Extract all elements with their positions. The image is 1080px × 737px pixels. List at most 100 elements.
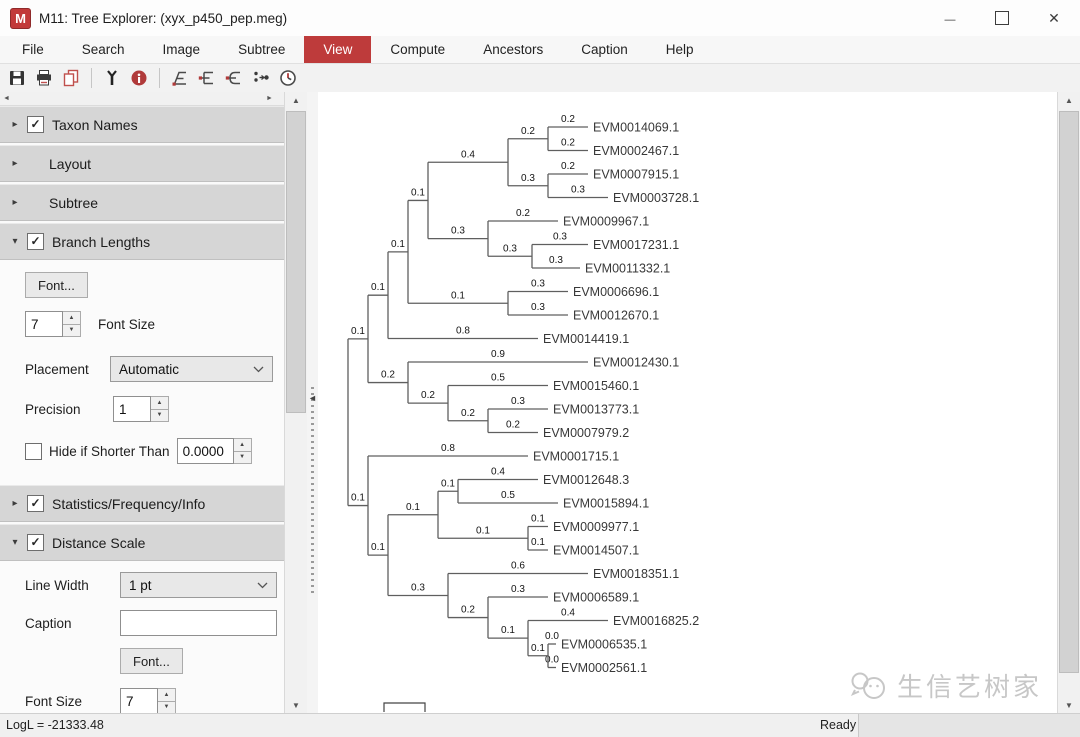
spin-down-icon[interactable] bbox=[233, 450, 252, 464]
section-branch-lengths[interactable]: Branch Lengths bbox=[0, 223, 284, 260]
scrollbar-thumb[interactable] bbox=[286, 111, 306, 413]
scrollbar-thumb[interactable] bbox=[1059, 111, 1079, 673]
expand-arrow-icon[interactable] bbox=[8, 158, 22, 169]
scale-font-size-stepper[interactable] bbox=[120, 688, 176, 714]
taxon-label[interactable]: EVM0001715.1 bbox=[533, 450, 619, 464]
menu-item-view[interactable]: View bbox=[304, 36, 372, 63]
taxon-label[interactable]: EVM0014507.1 bbox=[553, 544, 639, 558]
precision-input[interactable] bbox=[113, 396, 151, 422]
expand-arrow-icon[interactable] bbox=[8, 119, 22, 130]
taxon-label[interactable]: EVM0002561.1 bbox=[561, 661, 647, 675]
taxon-label[interactable]: EVM0017231.1 bbox=[593, 238, 679, 252]
menu-item-caption[interactable]: Caption bbox=[562, 36, 647, 63]
scroll-right-icon[interactable] bbox=[263, 92, 276, 104]
taxon-label[interactable]: EVM0013773.1 bbox=[553, 403, 639, 417]
taxon-names-checkbox[interactable] bbox=[27, 116, 44, 133]
placement-dropdown[interactable]: Automatic bbox=[110, 356, 273, 382]
hide-threshold-input[interactable] bbox=[176, 438, 234, 464]
info-icon[interactable] bbox=[129, 68, 149, 88]
section-distance-scale[interactable]: Distance Scale bbox=[0, 524, 284, 561]
tree-slanted-icon[interactable] bbox=[170, 68, 190, 88]
spin-up-icon[interactable] bbox=[63, 311, 81, 324]
scroll-up-icon[interactable] bbox=[1058, 92, 1080, 109]
maximize-button[interactable] bbox=[976, 0, 1028, 36]
taxon-label[interactable]: EVM0015894.1 bbox=[563, 497, 649, 511]
branch-font-button[interactable]: Font... bbox=[25, 272, 88, 298]
scroll-left-icon[interactable] bbox=[0, 92, 13, 104]
spin-up-icon[interactable] bbox=[158, 688, 176, 701]
scroll-up-icon[interactable] bbox=[285, 92, 307, 109]
sidebar-vertical-scrollbar[interactable] bbox=[284, 92, 308, 714]
copy-icon[interactable] bbox=[61, 68, 81, 88]
menu-item-file[interactable]: File bbox=[3, 36, 63, 63]
menu-item-search[interactable]: Search bbox=[63, 36, 144, 63]
collapse-sidebar-icon[interactable] bbox=[308, 393, 317, 403]
menu-item-help[interactable]: Help bbox=[647, 36, 713, 63]
taxon-label[interactable]: EVM0018351.1 bbox=[593, 567, 679, 581]
expand-arrow-icon[interactable] bbox=[8, 197, 22, 208]
collapse-arrow-icon[interactable] bbox=[8, 537, 22, 548]
branch-font-size-stepper[interactable] bbox=[25, 311, 81, 337]
taxon-label[interactable]: EVM0006589.1 bbox=[553, 591, 639, 605]
timetree-clock-icon[interactable] bbox=[278, 68, 298, 88]
panel-splitter[interactable] bbox=[307, 92, 318, 714]
taxon-label[interactable]: EVM0007915.1 bbox=[593, 168, 679, 182]
line-width-dropdown[interactable]: 1 pt bbox=[120, 572, 277, 598]
taxon-label[interactable]: EVM0011332.1 bbox=[585, 262, 670, 276]
branch-lengths-checkbox[interactable] bbox=[27, 233, 44, 250]
spin-down-icon[interactable] bbox=[158, 700, 176, 714]
scroll-down-icon[interactable] bbox=[285, 697, 307, 714]
tree-rectangle-icon[interactable] bbox=[197, 68, 217, 88]
menu-item-subtree[interactable]: Subtree bbox=[219, 36, 304, 63]
taxon-label[interactable]: EVM0009977.1 bbox=[553, 520, 639, 534]
taxon-label[interactable]: EVM0006696.1 bbox=[573, 285, 659, 299]
spin-down-icon[interactable] bbox=[63, 323, 81, 337]
expand-arrow-icon[interactable] bbox=[8, 498, 22, 509]
scale-font-button[interactable]: Font... bbox=[120, 648, 183, 674]
scale-font-size-input[interactable] bbox=[120, 688, 158, 714]
taxon-label[interactable]: EVM0003728.1 bbox=[613, 191, 699, 205]
collapse-arrow-icon[interactable] bbox=[8, 236, 22, 247]
menu-item-image[interactable]: Image bbox=[144, 36, 220, 63]
taxon-label[interactable]: EVM0002467.1 bbox=[593, 144, 679, 158]
caption-input[interactable] bbox=[120, 610, 277, 636]
wrench-icon[interactable] bbox=[102, 68, 122, 88]
taxon-label[interactable]: EVM0016825.2 bbox=[613, 614, 699, 628]
tree-canvas[interactable]: EVM0014069.1 0.2 EVM0002467.1 0.2 0.2 EVM0007… bbox=[318, 92, 1058, 714]
distance-scale-checkbox[interactable] bbox=[27, 534, 44, 551]
precision-stepper[interactable] bbox=[113, 396, 169, 422]
section-subtree[interactable]: Subtree bbox=[0, 184, 284, 221]
section-layout[interactable]: Layout bbox=[0, 145, 284, 182]
scroll-down-icon[interactable] bbox=[1058, 697, 1080, 714]
statistics-checkbox[interactable] bbox=[27, 495, 44, 512]
taxon-label[interactable]: EVM0007979.2 bbox=[543, 426, 629, 440]
menu-item-ancestors[interactable]: Ancestors bbox=[464, 36, 562, 63]
print-icon[interactable] bbox=[34, 68, 54, 88]
taxon-label[interactable]: EVM0015460.1 bbox=[553, 379, 639, 393]
sidebar-horizontal-scrollbar[interactable] bbox=[0, 92, 284, 106]
branch-font-size-input[interactable] bbox=[25, 311, 63, 337]
minimize-button[interactable] bbox=[924, 0, 976, 36]
menu-item-compute[interactable]: Compute bbox=[371, 36, 464, 63]
taxon-label[interactable]: EVM0012670.1 bbox=[573, 309, 659, 323]
section-statistics[interactable]: Statistics/Frequency/Info bbox=[0, 485, 284, 522]
phylogenetic-tree-svg[interactable]: EVM0014069.1 0.2 EVM0002467.1 0.2 0.2 EVM0007… bbox=[318, 92, 1058, 714]
tree-curved-icon[interactable] bbox=[224, 68, 244, 88]
splitter-handle[interactable] bbox=[311, 387, 314, 597]
close-button[interactable] bbox=[1028, 0, 1080, 36]
taxon-label[interactable]: EVM0012430.1 bbox=[593, 356, 679, 370]
spin-down-icon[interactable] bbox=[151, 408, 169, 422]
taxon-label[interactable]: EVM0012648.3 bbox=[543, 473, 629, 487]
topology-icon[interactable] bbox=[251, 68, 271, 88]
spin-up-icon[interactable] bbox=[151, 396, 169, 409]
taxon-label[interactable]: EVM0014419.1 bbox=[543, 332, 629, 346]
save-icon[interactable] bbox=[7, 68, 27, 88]
hide-threshold-stepper[interactable] bbox=[176, 438, 252, 464]
taxon-label[interactable]: EVM0014069.1 bbox=[593, 121, 679, 135]
taxon-label[interactable]: EVM0009967.1 bbox=[563, 215, 649, 229]
spin-up-icon[interactable] bbox=[233, 438, 252, 451]
section-taxon-names[interactable]: Taxon Names bbox=[0, 106, 284, 143]
canvas-vertical-scrollbar[interactable] bbox=[1057, 92, 1080, 714]
taxon-label[interactable]: EVM0006535.1 bbox=[561, 638, 647, 652]
hide-if-shorter-checkbox[interactable] bbox=[25, 442, 42, 460]
